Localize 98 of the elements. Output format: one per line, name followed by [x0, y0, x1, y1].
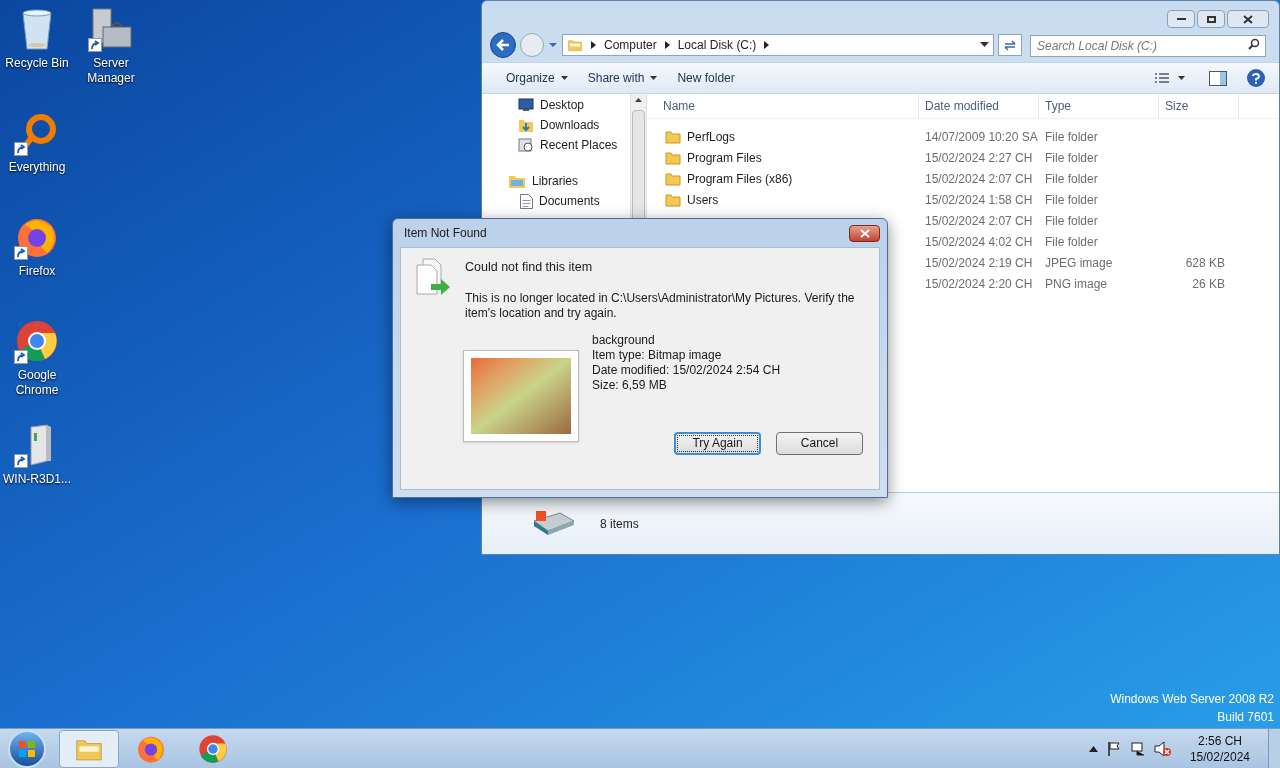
dialog-message: This is no longer located in C:\Users\Administrator\My Pictures. Verify the item's location and try again.: [465, 290, 856, 321]
date-cell-text: 15/02/2024 2:20 CH: [925, 275, 1034, 293]
desktop-shortcut[interactable]: Server Manager: [74, 6, 148, 102]
clock[interactable]: 2:56 CH 15/02/2024: [1189, 732, 1250, 765]
dialog-title: Item Not Found: [404, 225, 487, 242]
address-bar[interactable]: Computer Local Disk (C:): [562, 34, 994, 56]
type-cell-text: File folder: [1045, 149, 1099, 167]
folder-icon: [665, 192, 681, 207]
refresh-arrows-icon: [1003, 39, 1017, 51]
start-button[interactable]: [8, 729, 46, 768]
speaker-muted-icon[interactable]: [1153, 740, 1172, 757]
desktop-shortcut[interactable]: WIN-R3D1...: [0, 422, 74, 518]
date-cell-text: 15/02/2024 2:27 CH: [925, 149, 1034, 167]
dialog-heading: Could not find this item: [465, 259, 594, 276]
type-cell-text: PNG image: [1045, 275, 1109, 293]
file-detail: Date modified: 15/02/2024 2:54 CH: [592, 362, 781, 378]
refresh-button[interactable]: [998, 34, 1022, 56]
dialog-button[interactable]: Try Again: [674, 431, 761, 455]
file-name[interactable]: Program Files (x86): [687, 169, 793, 188]
network-icon[interactable]: [1129, 740, 1146, 757]
date-cell-text: 15/02/2024 4:02 CH: [925, 233, 1034, 251]
help-button[interactable]: [1247, 69, 1265, 87]
back-button[interactable]: [490, 32, 516, 58]
date-cell-text: 15/02/2024 2:19 CH: [925, 254, 1034, 272]
dropdown-caret-icon[interactable]: [980, 42, 989, 48]
downloads-folder-icon: [518, 117, 534, 133]
close-button[interactable]: [1227, 10, 1269, 28]
type-cell-text: File folder: [1045, 128, 1099, 146]
type-cell-text: JPEG image: [1045, 254, 1114, 272]
toolbar-button[interactable]: Share with: [577, 66, 668, 90]
column-header[interactable]: Type: [1039, 94, 1159, 118]
chevron-icon[interactable]: [591, 41, 596, 49]
type-cell-text: File folder: [1045, 212, 1099, 230]
chevron-icon[interactable]: [664, 41, 670, 49]
type-cell-text: File folder: [1045, 233, 1099, 251]
chrome-icon: [15, 319, 59, 363]
os-version-text: Windows Web Server 2008 R2: [1110, 691, 1274, 708]
breadcrumb[interactable]: Local Disk (C:): [677, 36, 757, 54]
flag-icon[interactable]: [1105, 740, 1122, 757]
minimize-button[interactable]: [1167, 10, 1195, 28]
document-icon: [520, 193, 533, 209]
restore-button[interactable]: [1197, 10, 1225, 28]
desktop-shortcut[interactable]: Recycle Bin: [0, 6, 74, 102]
column-header[interactable]: Name: [647, 94, 919, 118]
dialog-button[interactable]: Cancel: [776, 431, 863, 455]
date-cell-text: 15/02/2024 1:58 CH: [925, 191, 1034, 209]
caret-icon: [1178, 76, 1185, 80]
date-cell-text: 15/02/2024 2:07 CH: [925, 170, 1034, 188]
details-view-icon: [1154, 72, 1170, 84]
search-field[interactable]: Search Local Disk (C:): [1030, 35, 1266, 57]
file-detail: Size: 6,59 MB: [592, 377, 668, 393]
close-icon: [859, 228, 870, 238]
back-arrow-icon: [496, 39, 510, 51]
scroll-up-arrow-icon[interactable]: [635, 98, 642, 102]
search-icon: [1248, 38, 1260, 50]
close-button[interactable]: [849, 224, 880, 242]
file-detail: Item type: Bitmap image: [592, 347, 723, 363]
toolbar-button[interactable]: New folder: [667, 66, 745, 90]
type-cell-text: File folder: [1045, 191, 1099, 209]
close-icon: [1243, 14, 1253, 24]
folder-icon: [567, 37, 583, 53]
question-mark-icon: [1252, 72, 1260, 84]
libraries-folder-icon: [508, 173, 526, 189]
nav-item[interactable]: Downloads: [482, 115, 630, 135]
recent-places-icon: [518, 137, 534, 153]
file-name[interactable]: PerfLogs: [687, 127, 736, 146]
os-version-text: Build 7601: [1217, 709, 1274, 726]
column-header[interactable]: Date modified: [919, 94, 1039, 118]
toolbar-button[interactable]: Organize: [496, 66, 578, 90]
chrome-icon: [198, 733, 228, 764]
folder-icon: [665, 171, 681, 186]
monitor-icon: [518, 98, 534, 112]
item-count: 8 items: [600, 516, 639, 533]
nav-item[interactable]: Documents: [482, 191, 630, 211]
breadcrumb[interactable]: Computer: [604, 36, 657, 54]
chevron-icon[interactable]: [764, 41, 770, 49]
windows-logo-icon: [18, 739, 36, 758]
nav-item[interactable]: Desktop: [482, 95, 630, 115]
file-detail: background: [592, 332, 656, 348]
server-toolbox-icon: [89, 7, 133, 51]
file-name[interactable]: Program Files: [687, 148, 762, 167]
file-name[interactable]: Users: [687, 190, 719, 209]
desktop-shortcut[interactable]: Everything: [0, 110, 74, 206]
size-cell-text: 628 KB: [1184, 254, 1225, 272]
desktop-shortcut[interactable]: Google Chrome: [0, 318, 74, 414]
type-cell-text: File folder: [1045, 170, 1099, 188]
nav-item[interactable]: Libraries: [482, 171, 630, 191]
folder-icon: [665, 129, 681, 144]
folder-icon: [665, 150, 681, 165]
size-cell-text: 26 KB: [1191, 275, 1225, 293]
nav-item[interactable]: Recent Places: [482, 135, 630, 155]
date-cell-text: 14/07/2009 10:20 SA: [925, 128, 1039, 146]
date-cell-text: 15/02/2024 2:07 CH: [925, 212, 1034, 230]
desktop-shortcut[interactable]: Firefox: [0, 214, 74, 310]
preview-pane-button[interactable]: [1209, 70, 1227, 86]
caret-icon[interactable]: [548, 41, 558, 49]
up-arrow-icon[interactable]: [1088, 745, 1098, 752]
column-header[interactable]: Size: [1159, 94, 1239, 118]
